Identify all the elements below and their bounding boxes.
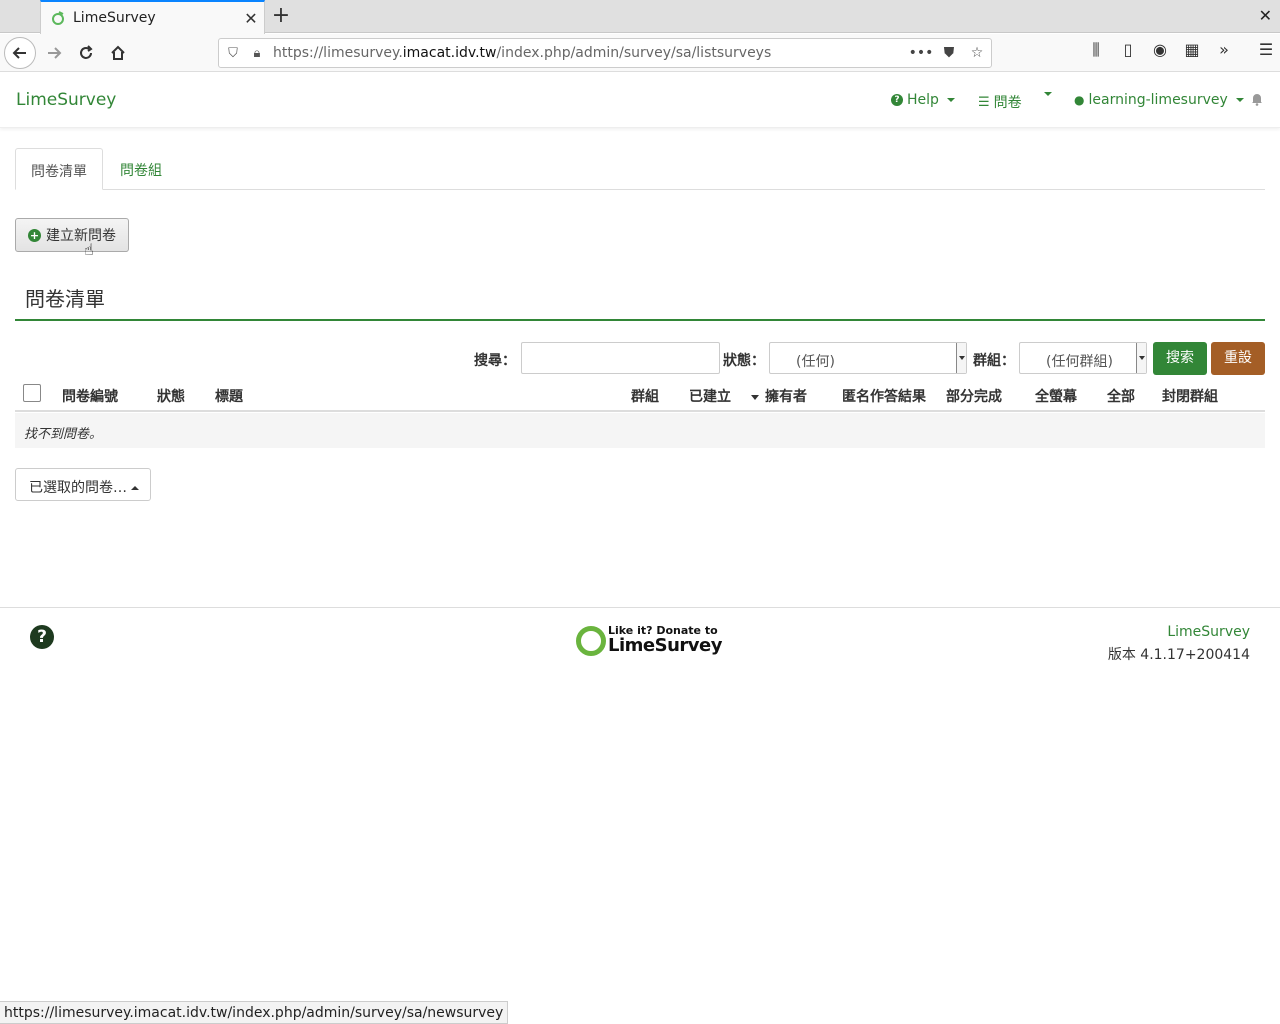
notification-bell-icon[interactable] xyxy=(1250,92,1264,110)
new-tab-icon[interactable]: + xyxy=(268,3,294,29)
browser-tab-bar: LimeSurvey ✕ + ✕ xyxy=(0,0,1280,34)
selected-surveys-button[interactable]: 已選取的問卷… xyxy=(15,468,151,501)
group-select[interactable]: (任何群組) xyxy=(1019,342,1147,374)
status-select[interactable]: (任何) xyxy=(769,342,967,374)
user-menu[interactable]: ● learning-limesurvey xyxy=(1074,92,1244,108)
footer: ? Like it? Donate to LimeSurvey LimeSurv… xyxy=(0,607,1280,687)
col-closed-group[interactable]: 封閉群組 xyxy=(1162,386,1218,406)
window-close-icon[interactable]: ✕ xyxy=(1259,6,1272,25)
chevron-up-icon xyxy=(131,486,139,490)
sort-caret-icon xyxy=(751,394,759,400)
home-icon[interactable] xyxy=(104,39,132,67)
status-value: (任何) xyxy=(796,354,835,370)
list-icon: ☰ xyxy=(978,94,990,110)
empty-table-message: 找不到問卷。 xyxy=(15,413,1265,448)
status-label: 狀態： xyxy=(723,353,765,369)
help-icon[interactable]: ? xyxy=(30,625,54,649)
library-icon[interactable]: ⫼ xyxy=(1080,40,1112,60)
brand-link[interactable]: LimeSurvey xyxy=(16,90,116,110)
user-label: learning-limesurvey xyxy=(1088,92,1228,108)
search-input[interactable] xyxy=(521,342,720,374)
toolbar-buttons: ⫼ ▯ ◉ ▦ » ☰ xyxy=(1080,40,1280,60)
col-total[interactable]: 全部 xyxy=(1107,386,1135,406)
question-circle-icon: ? xyxy=(891,94,903,106)
chevron-down-icon xyxy=(1136,343,1146,373)
surveys-dropdown-toggle[interactable] xyxy=(1040,92,1052,96)
select-all-checkbox[interactable] xyxy=(23,384,41,402)
chevron-down-icon xyxy=(1235,98,1244,102)
create-survey-button[interactable]: + 建立新問卷 xyxy=(15,218,129,252)
pocket-icon[interactable]: ⛊ xyxy=(935,45,963,61)
chevron-down-icon xyxy=(956,343,966,373)
group-label: 群組： xyxy=(973,353,1015,369)
chevron-down-icon xyxy=(946,98,955,102)
shield-icon[interactable]: ⛉ xyxy=(223,46,243,61)
col-created[interactable]: 已建立 xyxy=(689,386,731,406)
create-survey-label: 建立新問卷 xyxy=(46,228,116,244)
help-label: Help xyxy=(907,92,939,108)
page-title: 問卷清單 xyxy=(15,282,1265,321)
col-fullscreen[interactable]: 全螢幕 xyxy=(1035,386,1077,406)
surveys-label: 問卷 xyxy=(993,95,1022,111)
browser-nav-bar: ⛉ 🔒︎ https://limesurvey.imacat.idv.tw/in… xyxy=(0,34,1280,72)
url-bar[interactable]: ⛉ 🔒︎ https://limesurvey.imacat.idv.tw/in… xyxy=(218,38,992,68)
col-status[interactable]: 狀態 xyxy=(157,386,185,406)
more-actions-icon[interactable]: ••• xyxy=(907,45,935,61)
footer-brand-link[interactable]: LimeSurvey xyxy=(1167,624,1250,640)
survey-tabs: 問卷清單 問卷組 xyxy=(15,148,1265,190)
chevron-down-icon xyxy=(1044,92,1052,96)
sidebar-icon[interactable]: ▯ xyxy=(1112,40,1144,60)
col-title[interactable]: 標題 xyxy=(215,386,243,406)
browser-tab[interactable]: LimeSurvey ✕ xyxy=(40,0,265,34)
tab-close-icon[interactable]: ✕ xyxy=(238,9,264,28)
help-menu[interactable]: ? Help xyxy=(891,92,955,108)
forward-icon[interactable] xyxy=(40,39,68,67)
donate-line2: LimeSurvey xyxy=(608,635,722,656)
bookmark-star-icon[interactable]: ☆ xyxy=(963,45,991,61)
reload-icon[interactable] xyxy=(72,39,100,67)
url-text[interactable]: https://limesurvey.imacat.idv.tw/index.p… xyxy=(273,45,907,61)
tab-survey-list[interactable]: 問卷清單 xyxy=(15,148,103,190)
lock-icon[interactable]: 🔒︎ xyxy=(247,46,267,61)
limesurvey-favicon-icon xyxy=(52,11,64,25)
reset-button[interactable]: 重設 xyxy=(1211,342,1265,375)
page: LimeSurvey ? Help ☰ 問卷 ● learning-limesu… xyxy=(0,72,1280,1024)
col-anonymized[interactable]: 匿名作答結果 xyxy=(842,386,926,406)
donate-link[interactable]: Like it? Donate to LimeSurvey xyxy=(576,622,722,658)
table-header: 問卷編號 狀態 標題 群組 已建立 擁有者 匿名作答結果 部分完成 全螢幕 全部… xyxy=(15,378,1265,412)
back-icon[interactable] xyxy=(4,37,36,69)
limesurvey-logo-icon xyxy=(576,626,606,656)
col-survey-id[interactable]: 問卷編號 xyxy=(62,386,118,406)
group-value: (任何群組) xyxy=(1046,354,1113,370)
hand-cursor-icon: ☝︎ xyxy=(84,240,94,259)
plus-circle-icon: + xyxy=(28,228,41,242)
surveys-menu[interactable]: ☰ 問卷 xyxy=(978,92,1022,112)
status-bar-url: https://limesurvey.imacat.idv.tw/index.p… xyxy=(0,1001,509,1024)
selected-surveys-label: 已選取的問卷… xyxy=(29,480,127,496)
user-icon: ● xyxy=(1074,93,1085,107)
col-group[interactable]: 群組 xyxy=(631,386,659,406)
browser-tab-title: LimeSurvey xyxy=(73,10,156,26)
top-navigation: LimeSurvey ? Help ☰ 問卷 ● learning-limesu… xyxy=(0,72,1280,128)
version-text: 版本 4.1.17+200414 xyxy=(1107,647,1250,663)
extensions-icon[interactable]: ▦ xyxy=(1176,40,1208,60)
col-partial[interactable]: 部分完成 xyxy=(946,386,1002,406)
search-button[interactable]: 搜索 xyxy=(1153,342,1207,375)
tab-survey-groups[interactable]: 問卷組 xyxy=(105,148,177,190)
menu-icon[interactable]: ☰ xyxy=(1250,40,1280,60)
col-owner[interactable]: 擁有者 xyxy=(751,386,807,406)
overflow-icon[interactable]: » xyxy=(1208,40,1240,60)
account-icon[interactable]: ◉ xyxy=(1144,40,1176,60)
search-label: 搜尋： xyxy=(474,353,516,369)
